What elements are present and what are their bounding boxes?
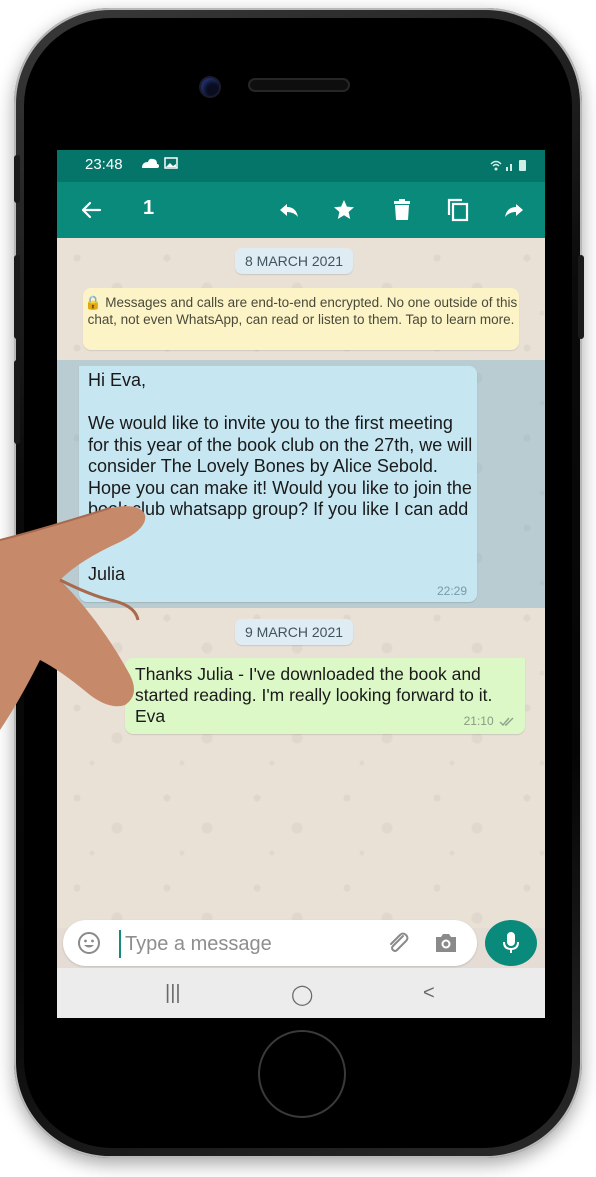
message-input[interactable]	[119, 930, 387, 958]
date-chip-1: 8 MARCH 2021	[235, 248, 354, 274]
earpiece-speaker	[250, 80, 348, 90]
incoming-message-text: Hi Eva, We would like to invite you to t…	[88, 370, 473, 584]
star-icon[interactable]	[330, 196, 358, 224]
forward-icon[interactable]	[500, 196, 528, 224]
status-time: 23:48	[85, 156, 123, 173]
volume-down-button	[14, 360, 20, 444]
incoming-message[interactable]: Hi Eva, We would like to invite you to t…	[79, 366, 477, 602]
double-check-icon	[499, 717, 514, 726]
mic-button[interactable]	[485, 920, 537, 966]
chat-area[interactable]: 8 MARCH 2021 🔒 Messages and calls are en…	[57, 238, 545, 928]
outgoing-message-time: 21:10	[464, 714, 515, 728]
volume-up-button	[14, 255, 20, 339]
recents-button[interactable]: |||	[165, 982, 181, 1005]
incoming-message-time: 22:29	[436, 584, 467, 598]
delete-icon[interactable]	[388, 196, 416, 224]
status-bar: 23:48	[57, 150, 545, 182]
power-button	[578, 255, 584, 339]
home-nav-button[interactable]: ◯	[291, 982, 313, 1007]
mic-icon	[503, 932, 519, 953]
message-input-pill	[63, 920, 477, 966]
front-camera	[201, 78, 219, 96]
emoji-icon[interactable]	[77, 931, 101, 960]
composer	[57, 910, 545, 968]
signal-battery-icons	[489, 158, 529, 175]
attach-icon[interactable]	[385, 930, 411, 961]
back-nav-button[interactable]: <	[423, 982, 435, 1005]
encryption-notice[interactable]: 🔒 Messages and calls are end-to-end encr…	[83, 288, 519, 350]
outgoing-message[interactable]: Thanks Julia - I've downloaded the book …	[125, 658, 525, 734]
android-nav-bar: ||| ◯ <	[57, 968, 545, 1018]
selected-count: 1	[143, 197, 155, 219]
copy-icon[interactable]	[444, 196, 472, 224]
selection-toolbar: 1	[57, 182, 545, 238]
date-chip-2: 9 MARCH 2021	[235, 619, 354, 645]
cloud-and-image-icons	[140, 156, 178, 173]
reply-icon[interactable]	[275, 196, 303, 224]
phone-screen: 23:48 1 8 MARCH 2021 🔒 Messages and call…	[57, 150, 545, 1018]
mute-switch	[14, 155, 20, 203]
back-arrow-icon[interactable]	[77, 196, 105, 224]
home-button[interactable]	[258, 1030, 346, 1118]
camera-icon[interactable]	[433, 932, 459, 959]
outgoing-time-label: 21:10	[463, 714, 494, 728]
